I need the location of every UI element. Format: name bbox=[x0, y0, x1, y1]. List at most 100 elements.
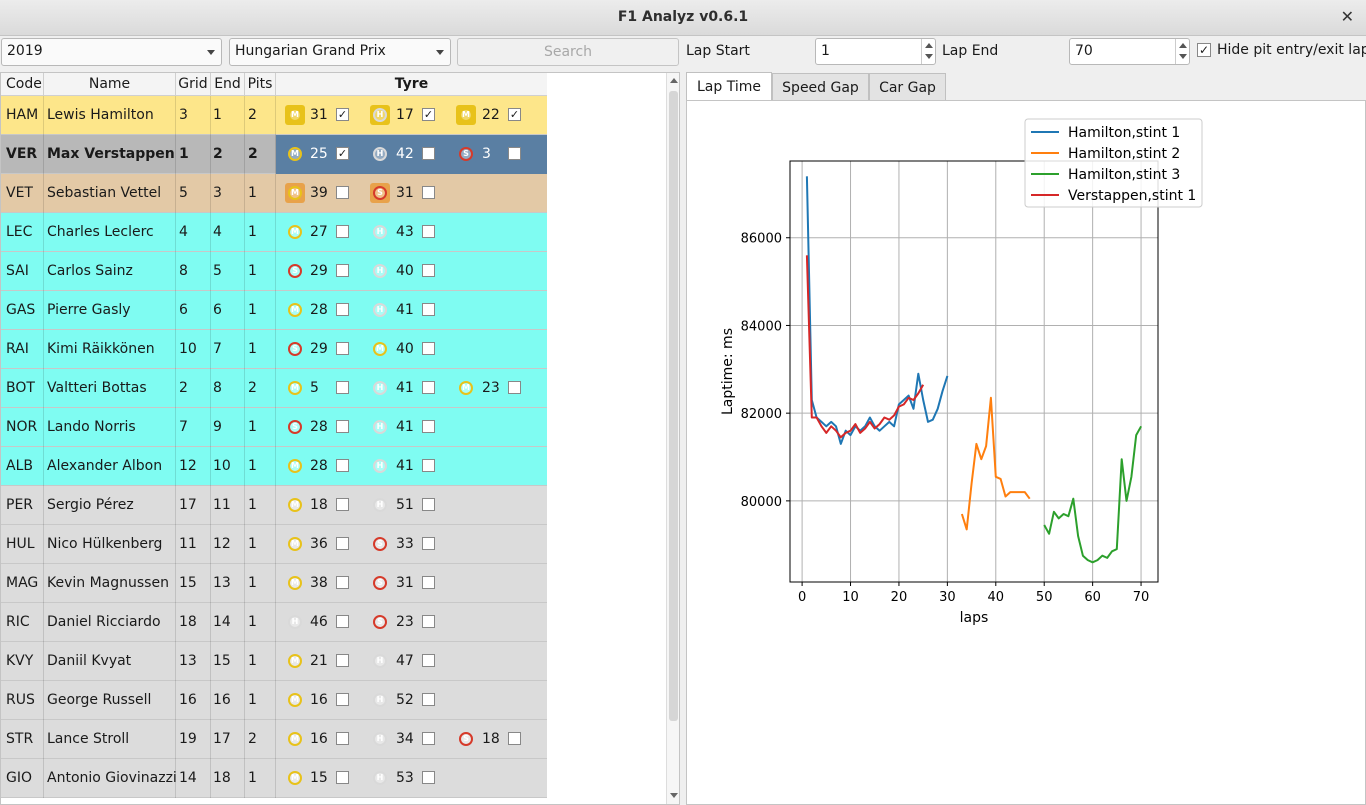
spin-up-icon[interactable] bbox=[925, 43, 933, 48]
stint-checkbox[interactable] bbox=[422, 342, 435, 355]
stint-checkbox[interactable] bbox=[508, 381, 521, 394]
stint-checkbox[interactable] bbox=[336, 537, 349, 550]
table-row[interactable]: STR Lance Stroll 19 17 2 M 16 H 34 S 18 bbox=[1, 720, 547, 759]
stint-checkbox[interactable] bbox=[422, 303, 435, 316]
header-tyre[interactable]: Tyre bbox=[276, 76, 547, 92]
table-row[interactable]: HAM Lewis Hamilton 3 1 2 M 31 ✓ H 17 ✓ M 22 ✓ bbox=[1, 96, 547, 135]
tab-speed-gap[interactable]: Speed Gap bbox=[772, 73, 869, 102]
table-row[interactable]: GAS Pierre Gasly 6 6 1 M 28 H 41 bbox=[1, 291, 547, 330]
spin-down-icon[interactable] bbox=[925, 54, 933, 59]
stint-checkbox[interactable] bbox=[422, 537, 435, 550]
year-select[interactable]: 2019 bbox=[1, 38, 222, 66]
stint-checkbox[interactable] bbox=[336, 459, 349, 472]
stint-checkbox[interactable] bbox=[336, 771, 349, 784]
stint-checkbox[interactable] bbox=[336, 303, 349, 316]
close-icon[interactable]: ✕ bbox=[1341, 7, 1354, 26]
stint-laps: 23 bbox=[482, 380, 500, 396]
stint-checkbox[interactable] bbox=[336, 186, 349, 199]
column-divider bbox=[175, 681, 176, 720]
stint-checkbox[interactable] bbox=[508, 147, 521, 160]
stint-checkbox[interactable] bbox=[422, 381, 435, 394]
header-grid[interactable]: Grid bbox=[176, 76, 210, 92]
lap-end-spinbox[interactable]: 70 bbox=[1069, 38, 1190, 65]
stint-checkbox[interactable] bbox=[422, 186, 435, 199]
table-row[interactable]: BOT Valtteri Bottas 2 8 2 M 5 H 41 M 23 bbox=[1, 369, 547, 408]
column-divider bbox=[210, 291, 211, 330]
stint-checkbox[interactable] bbox=[336, 498, 349, 511]
header-end[interactable]: End bbox=[211, 76, 244, 92]
table-row[interactable]: GIO Antonio Giovinazzi 14 18 1 M 15 H 53 bbox=[1, 759, 547, 798]
table-row[interactable]: KVY Daniil Kvyat 13 15 1 M 21 H 47 bbox=[1, 642, 547, 681]
header-name[interactable]: Name bbox=[44, 76, 175, 92]
spin-up-icon[interactable] bbox=[1179, 43, 1187, 48]
table-row[interactable]: PER Sergio Pérez 17 11 1 M 18 H 51 bbox=[1, 486, 547, 525]
header-pits[interactable]: Pits bbox=[245, 76, 275, 92]
stint-checkbox[interactable] bbox=[336, 654, 349, 667]
stint-checkbox[interactable] bbox=[422, 420, 435, 433]
cell-end: 10 bbox=[213, 458, 231, 474]
tab-car-gap[interactable]: Car Gap bbox=[869, 73, 946, 102]
stint-checkbox[interactable] bbox=[336, 420, 349, 433]
race-select[interactable]: Hungarian Grand Prix bbox=[229, 38, 451, 66]
spin-down-icon[interactable] bbox=[1179, 54, 1187, 59]
stint-checkbox[interactable] bbox=[422, 732, 435, 745]
table-row[interactable]: NOR Lando Norris 7 9 1 S 28 H 41 bbox=[1, 408, 547, 447]
x-tick-label: 60 bbox=[1084, 590, 1101, 605]
stint-checkbox[interactable]: ✓ bbox=[422, 108, 435, 121]
stint-checkbox[interactable] bbox=[422, 576, 435, 589]
tyre-compound-icon: H bbox=[370, 378, 390, 398]
table-row[interactable]: VET Sebastian Vettel 5 3 1 M 39 S 31 bbox=[1, 174, 547, 213]
cell-grid: 18 bbox=[179, 614, 197, 630]
table-row[interactable]: VER Max Verstappen 1 2 2 M 25 ✓ H 42 S 3 bbox=[1, 135, 547, 174]
table-row[interactable]: ALB Alexander Albon 12 10 1 M 28 H 41 bbox=[1, 447, 547, 486]
table-row[interactable]: MAG Kevin Magnussen 15 13 1 M 38 S 31 bbox=[1, 564, 547, 603]
search-button[interactable]: Search bbox=[457, 38, 679, 66]
checkbox-box[interactable]: ✓ bbox=[1197, 43, 1211, 57]
stint-checkbox[interactable] bbox=[422, 225, 435, 238]
cell-end: 12 bbox=[213, 536, 231, 552]
stint-checkbox[interactable] bbox=[422, 654, 435, 667]
table-row[interactable]: LEC Charles Leclerc 4 4 1 M 27 H 43 bbox=[1, 213, 547, 252]
stint-checkbox[interactable] bbox=[422, 771, 435, 784]
stint-checkbox[interactable] bbox=[422, 264, 435, 277]
lap-start-spinbox[interactable]: 1 bbox=[815, 38, 936, 65]
scrollbar-thumb[interactable] bbox=[669, 91, 678, 721]
stint-laps: 31 bbox=[396, 185, 414, 201]
stint-laps: 28 bbox=[310, 419, 328, 435]
stint-checkbox[interactable] bbox=[508, 732, 521, 745]
stint-checkbox[interactable] bbox=[336, 615, 349, 628]
stint-checkbox[interactable]: ✓ bbox=[336, 108, 349, 121]
table-row[interactable]: RUS George Russell 16 16 1 M 16 H 52 bbox=[1, 681, 547, 720]
column-divider bbox=[275, 447, 276, 486]
stint-checkbox[interactable] bbox=[336, 693, 349, 706]
stint-checkbox[interactable]: ✓ bbox=[336, 147, 349, 160]
table-row[interactable]: RAI Kimi Räikkönen 10 7 1 S 29 M 40 bbox=[1, 330, 547, 369]
tyre-compound-letter: H bbox=[373, 264, 387, 278]
stint-checkbox[interactable] bbox=[336, 225, 349, 238]
y-tick-label: 80000 bbox=[741, 495, 782, 510]
table-row[interactable]: HUL Nico Hülkenberg 11 12 1 M 36 S 33 bbox=[1, 525, 547, 564]
column-divider bbox=[210, 603, 211, 642]
tab-lap-time[interactable]: Lap Time bbox=[686, 72, 772, 102]
tyre-compound-letter: H bbox=[373, 498, 387, 512]
laptime-chart: 0 10 20 30 40 50 60 70 80000 82000 84000 86000 laps L… bbox=[720, 118, 1203, 626]
cell-name: Sergio Pérez bbox=[47, 497, 134, 513]
stint-checkbox[interactable] bbox=[422, 693, 435, 706]
header-code[interactable]: Code bbox=[6, 76, 42, 92]
stint-laps: 41 bbox=[396, 458, 414, 474]
stint-checkbox[interactable] bbox=[422, 498, 435, 511]
stint-checkbox[interactable] bbox=[336, 732, 349, 745]
scroll-down-icon[interactable] bbox=[670, 793, 678, 798]
vertical-scrollbar[interactable] bbox=[666, 73, 679, 804]
stint-checkbox[interactable] bbox=[336, 264, 349, 277]
table-row[interactable]: RIC Daniel Ricciardo 18 14 1 H 46 S 23 bbox=[1, 603, 547, 642]
stint-checkbox[interactable] bbox=[336, 576, 349, 589]
scroll-up-icon[interactable] bbox=[670, 78, 678, 83]
stint-checkbox[interactable]: ✓ bbox=[508, 108, 521, 121]
stint-checkbox[interactable] bbox=[422, 615, 435, 628]
table-row[interactable]: SAI Carlos Sainz 8 5 1 S 29 H 40 bbox=[1, 252, 547, 291]
stint-checkbox[interactable] bbox=[336, 381, 349, 394]
stint-checkbox[interactable] bbox=[336, 342, 349, 355]
stint-checkbox[interactable] bbox=[422, 459, 435, 472]
stint-checkbox[interactable] bbox=[422, 147, 435, 160]
